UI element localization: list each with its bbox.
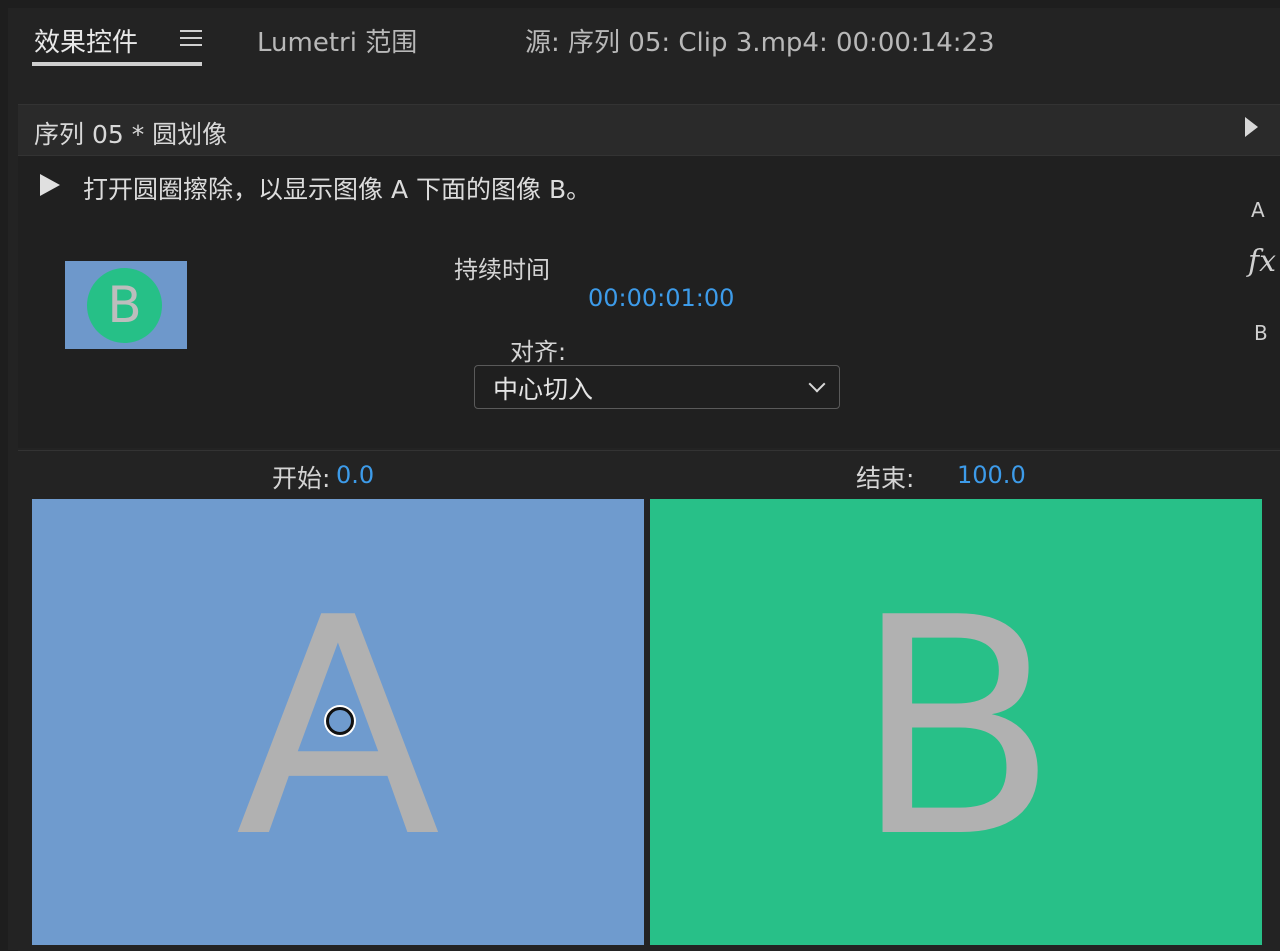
fx-icon: fx <box>1248 244 1277 279</box>
effect-settings: 打开圆圈擦除，以显示图像 A 下面的图像 B。 B 持续时间 00:00:01:… <box>18 156 1280 448</box>
effect-controls-panel: 效果控件 Lumetri 范围 源: 序列 05: Clip 3.mp4: 00… <box>8 8 1280 951</box>
effect-description: 打开圆圈擦除，以显示图像 A 下面的图像 B。 <box>83 175 592 204</box>
panel-tabs: 效果控件 Lumetri 范围 源: 序列 05: Clip 3.mp4: 00… <box>8 8 1280 94</box>
duration-label: 持续时间 <box>454 256 550 284</box>
thumbnail-circle: B <box>87 268 162 343</box>
chevron-down-icon <box>808 375 826 393</box>
start-preview-pane[interactable]: A <box>32 499 644 945</box>
tab-effect-controls[interactable]: 效果控件 <box>34 22 138 59</box>
tab-source[interactable]: 源: 序列 05: Clip 3.mp4: 00:00:14:23 <box>525 22 995 59</box>
center-point-handle[interactable] <box>326 707 354 735</box>
duration-value[interactable]: 00:00:01:00 <box>588 284 734 312</box>
start-value[interactable]: 0.0 <box>336 461 374 489</box>
expand-arrow-icon[interactable] <box>1245 117 1258 137</box>
effect-thumbnail: B <box>65 261 187 349</box>
image-b-letter: B <box>853 554 1059 903</box>
align-selected-value: 中心切入 <box>493 375 594 404</box>
track-b-label: B <box>1254 321 1268 345</box>
sequence-header: 序列 05 * 圆划像 <box>18 104 1280 156</box>
sequence-title: 序列 05 * 圆划像 <box>34 120 228 149</box>
transition-preview: 开始: 0.0 结束: 100.0 A B <box>18 450 1280 951</box>
panel-menu-icon[interactable] <box>180 30 202 46</box>
start-label: 开始: <box>272 464 331 493</box>
play-preview-icon[interactable] <box>40 174 60 196</box>
active-tab-indicator <box>32 62 202 66</box>
align-dropdown[interactable]: 中心切入 <box>474 365 840 409</box>
align-label: 对齐: <box>510 338 567 366</box>
track-a-label: A <box>1251 198 1265 222</box>
end-preview-pane[interactable]: B <box>650 499 1262 945</box>
tab-lumetri-scopes[interactable]: Lumetri 范围 <box>257 22 417 59</box>
end-label: 结束: <box>856 464 915 493</box>
end-value[interactable]: 100.0 <box>957 461 1026 489</box>
